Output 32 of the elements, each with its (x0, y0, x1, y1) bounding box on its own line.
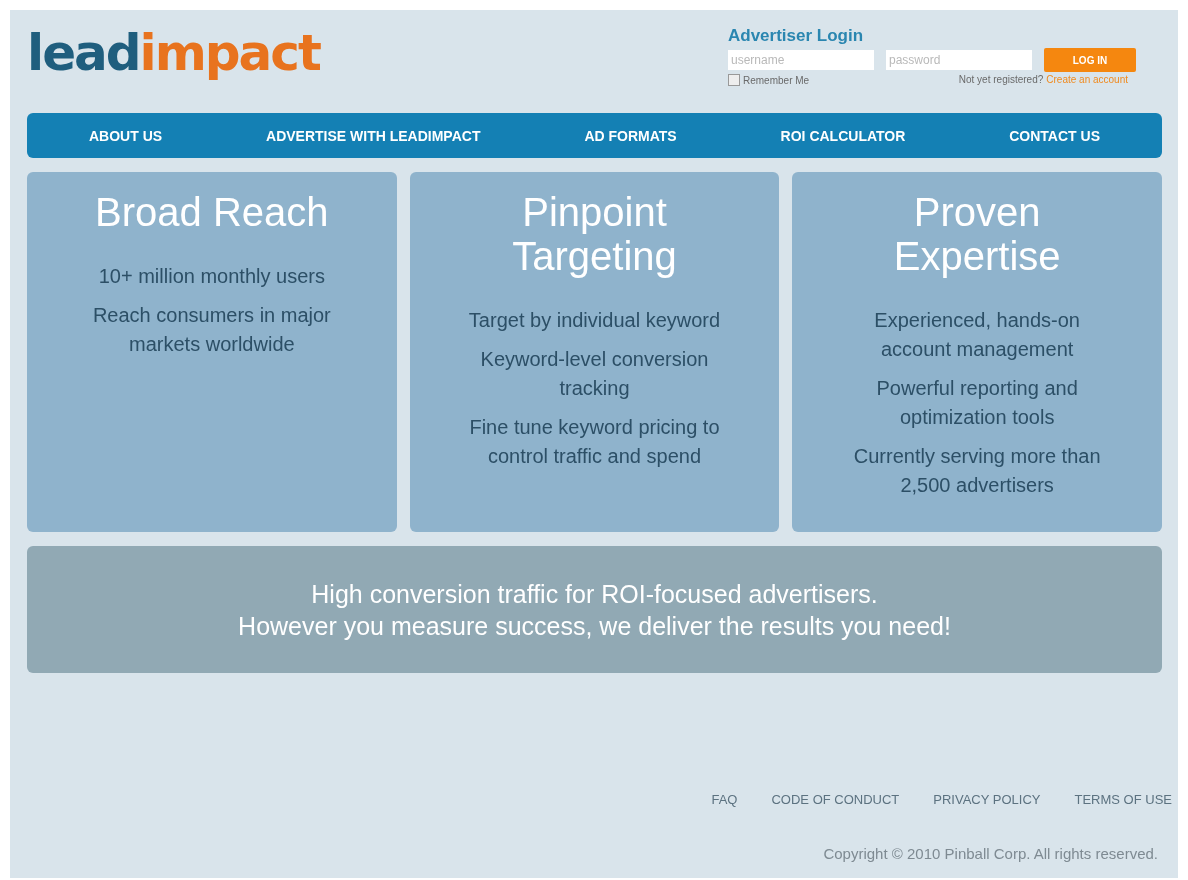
register-text: Not yet registered? (958, 74, 1044, 86)
footer-link[interactable]: TERMS OF USE (1074, 792, 1172, 807)
nav-link[interactable]: AD FORMATS (584, 127, 677, 144)
remember-checkbox[interactable] (728, 74, 740, 86)
feature-text: Powerful reporting and optimization tools (875, 376, 1079, 430)
logo-text: lead (27, 24, 140, 82)
logo-text: impact (139, 24, 320, 82)
feature-text: Target by individual keyword (467, 308, 722, 333)
remember-label: Remember Me (743, 74, 810, 86)
feature-text: 10+ million monthly users (97, 264, 326, 289)
nav-link[interactable]: CONTACT US (1009, 127, 1100, 144)
feature-text: Reach consumers in major markets worldwide (91, 303, 332, 357)
footer-link[interactable]: PRIVACY POLICY (933, 792, 1041, 807)
feature-text: Fine tune keyword pricing to control traffic and spend (468, 415, 721, 469)
feature-text: Currently serving more than 2,500 advertisers (852, 444, 1102, 498)
nav-link[interactable]: ABOUT US (88, 127, 163, 144)
footer-link[interactable]: CODE OF CONDUCT (771, 792, 900, 807)
footer-link[interactable]: FAQ (711, 792, 738, 807)
nav-link[interactable]: ROI CALCULATOR (780, 127, 906, 144)
login-title: Advertiser Login (728, 26, 865, 46)
card-title: Broad Reach (94, 190, 330, 234)
tagline-text: High conversion traffic for ROI-focused advertisers. (311, 578, 878, 610)
feature-text: Experienced, hands-on account management (873, 308, 1081, 362)
username-field[interactable]: username (728, 50, 874, 70)
login-button[interactable]: LOG IN (1044, 48, 1136, 72)
copyright-text: Copyright © 2010 Pinball Corp. All rights reserved. (823, 845, 1158, 862)
tagline-text: However you measure success, we deliver the results you need! (238, 610, 951, 642)
card-title: Pinpoint Targeting (511, 190, 678, 278)
nav-link[interactable]: ADVERTISE WITH LEADIMPACT (266, 127, 481, 144)
feature-text: Keyword-level conversion tracking (479, 347, 710, 401)
password-field[interactable]: password (886, 50, 1032, 70)
card-title: Proven Expertise (892, 190, 1062, 278)
